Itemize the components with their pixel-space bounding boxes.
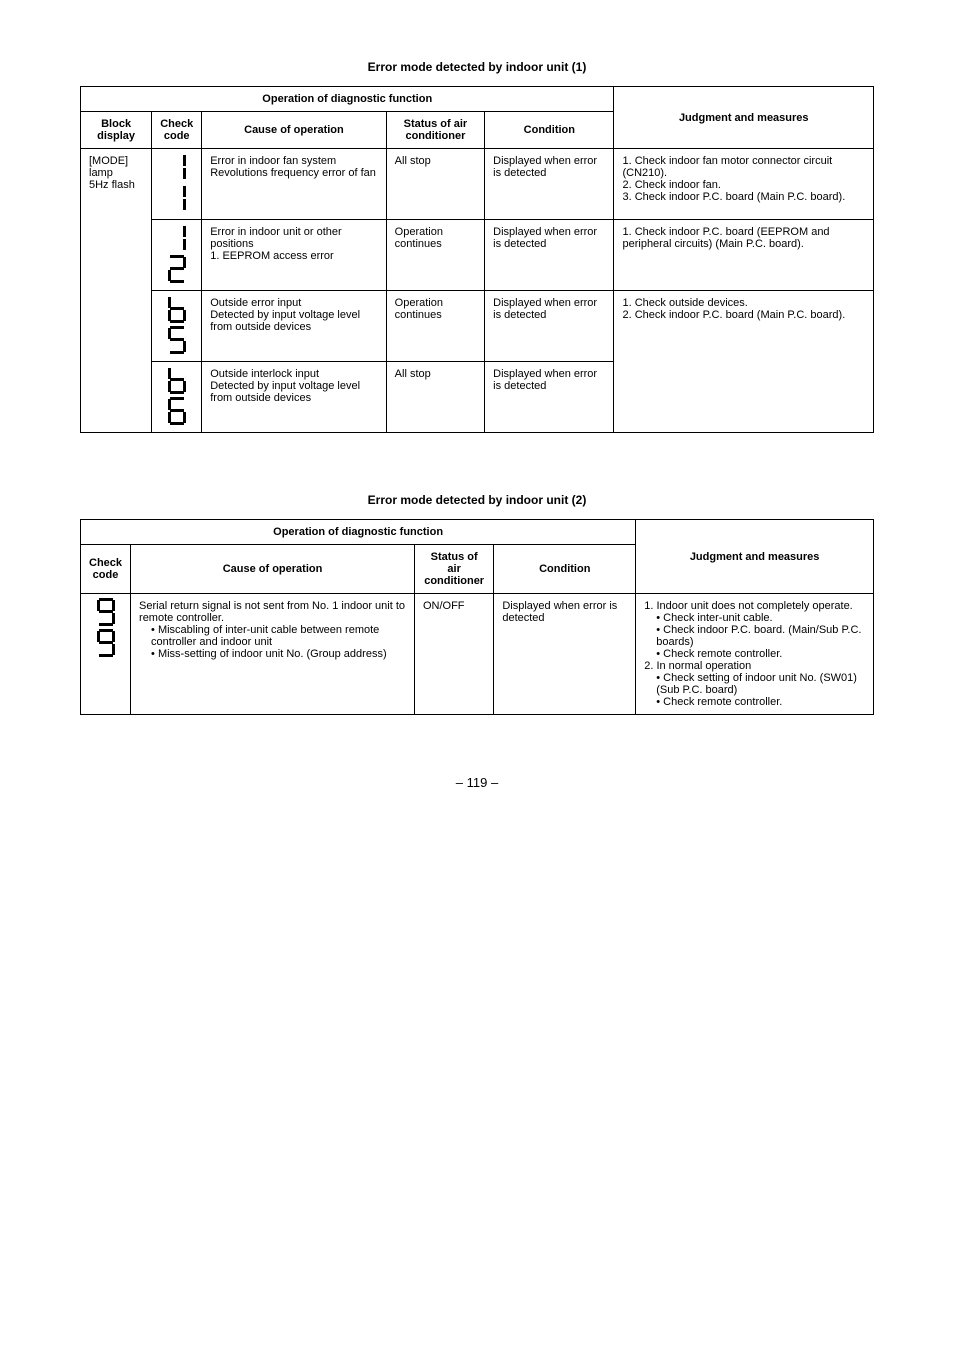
table-row: Error in indoor unit or other positions … bbox=[81, 220, 874, 291]
list-item: Check setting of indoor unit No. (SW01) … bbox=[656, 672, 865, 696]
judgment-cell2: 1. Indoor unit does not completely opera… bbox=[636, 594, 874, 715]
code-cell-11 bbox=[152, 149, 202, 220]
table-1: Operation of diagnostic function Judgmen… bbox=[80, 86, 874, 433]
table-row: Outside error input Detected by input vo… bbox=[81, 291, 874, 362]
status-cell: Operation continues bbox=[386, 220, 484, 291]
table-2: Operation of diagnostic function Judgmen… bbox=[80, 519, 874, 715]
th-block-display: Block display bbox=[81, 112, 152, 149]
table1-merged-header: Operation of diagnostic function bbox=[81, 87, 614, 112]
section2-title: Error mode detected by indoor unit (2) bbox=[80, 493, 874, 507]
list-item: Check inter-unit cable. bbox=[656, 612, 865, 624]
section1-title: Error mode detected by indoor unit (1) bbox=[80, 60, 874, 74]
th-condition: Condition bbox=[485, 112, 614, 149]
code-cell-12 bbox=[152, 220, 202, 291]
cause-bullets: Miscabling of inter-unit cable between r… bbox=[139, 624, 406, 660]
judgment-cell: 1. Check indoor fan motor connector circ… bbox=[614, 149, 874, 220]
status-cell: Operation continues bbox=[386, 291, 484, 362]
block-display-cell: [MODE] lamp 5Hz flash bbox=[81, 149, 152, 433]
judgment-cell: 1. Check outside devices. 2. Check indoo… bbox=[614, 291, 874, 433]
judgment-cell: 1. Check indoor P.C. board (EEPROM and p… bbox=[614, 220, 874, 291]
status-cell: All stop bbox=[386, 149, 484, 220]
table-row: Serial return signal is not sent from No… bbox=[81, 594, 874, 715]
judgment-2: 2. In normal operation bbox=[644, 660, 865, 672]
table2-merged-header: Operation of diagnostic function bbox=[81, 520, 636, 545]
condition-cell: Displayed when error is detected bbox=[485, 149, 614, 220]
page-number: – 119 – bbox=[80, 775, 874, 790]
list-item: Check remote controller. bbox=[656, 696, 865, 708]
judgment-2-bullets: Check setting of indoor unit No. (SW01) … bbox=[644, 672, 865, 708]
table1-judgment-header: Judgment and measures bbox=[614, 87, 874, 149]
th-cause: Cause of operation bbox=[202, 112, 386, 149]
table2-judgment-header: Judgment and measures bbox=[636, 520, 874, 594]
list-item: Check indoor P.C. board. (Main/Sub P.C. … bbox=[656, 624, 865, 648]
code-cell-99 bbox=[81, 594, 131, 715]
cause-cell: Outside error input Detected by input vo… bbox=[202, 291, 386, 362]
status-cell: All stop bbox=[386, 362, 484, 433]
status-cell2: ON/OFF bbox=[414, 594, 493, 715]
judgment-1: 1. Indoor unit does not completely opera… bbox=[644, 600, 865, 612]
condition-cell2: Displayed when error is detected bbox=[494, 594, 636, 715]
th2-status: Status of air conditioner bbox=[414, 545, 493, 594]
condition-cell: Displayed when error is detected bbox=[485, 362, 614, 433]
cause-cell: Error in indoor unit or other positions … bbox=[202, 220, 386, 291]
judgment-1-bullets: Check inter-unit cable. Check indoor P.C… bbox=[644, 612, 865, 660]
th2-cause: Cause of operation bbox=[131, 545, 415, 594]
th2-check-code: Check code bbox=[81, 545, 131, 594]
code-cell-b6 bbox=[152, 362, 202, 433]
th-status: Status of air conditioner bbox=[386, 112, 484, 149]
condition-cell: Displayed when error is detected bbox=[485, 220, 614, 291]
cause-cell2: Serial return signal is not sent from No… bbox=[131, 594, 415, 715]
list-item: Miss-setting of indoor unit No. (Group a… bbox=[151, 648, 406, 660]
code-cell-b5 bbox=[152, 291, 202, 362]
cause-cell: Error in indoor fan system Revolutions f… bbox=[202, 149, 386, 220]
table-row: [MODE] lamp 5Hz flash Error in indoor fa… bbox=[81, 149, 874, 220]
condition-cell: Displayed when error is detected bbox=[485, 291, 614, 362]
list-item: Check remote controller. bbox=[656, 648, 865, 660]
cause-cell: Outside interlock input Detected by inpu… bbox=[202, 362, 386, 433]
list-item: Miscabling of inter-unit cable between r… bbox=[151, 624, 406, 648]
cause-main: Serial return signal is not sent from No… bbox=[139, 600, 406, 624]
th-check-code: Check code bbox=[152, 112, 202, 149]
th2-condition: Condition bbox=[494, 545, 636, 594]
